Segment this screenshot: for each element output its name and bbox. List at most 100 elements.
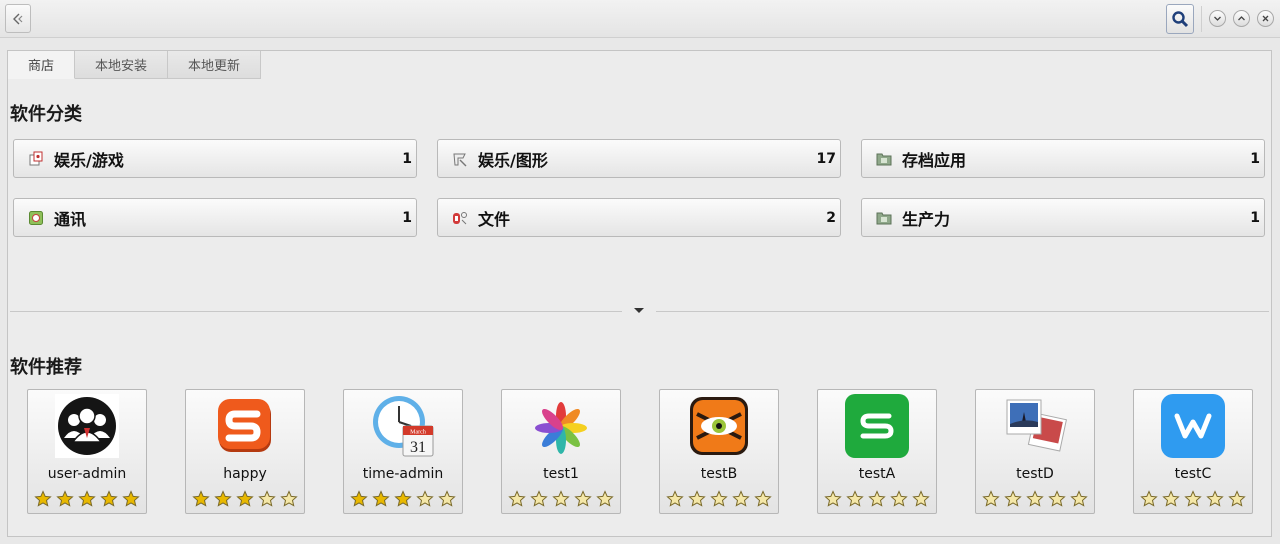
chevron-down-icon [1214, 16, 1221, 21]
app-card-testC[interactable]: testC [1133, 389, 1253, 514]
app-card-time-admin[interactable]: March 31 time-admin [343, 389, 463, 514]
category-count: 1 [1250, 150, 1260, 167]
search-icon [1172, 11, 1189, 28]
star-filled-icon [122, 490, 140, 507]
file-icon [452, 210, 468, 226]
tab-store[interactable]: 商店 [8, 51, 76, 79]
blue-w-icon [1161, 394, 1225, 458]
clock-calendar-icon: March 31 [373, 396, 434, 457]
star-filled-icon [372, 490, 390, 507]
expand-categories-arrow-icon[interactable] [634, 308, 644, 313]
tab-label: 本地更新 [188, 59, 241, 74]
star-filled-icon [78, 490, 96, 507]
app-card-testB[interactable]: testB [659, 389, 779, 514]
star-empty-icon [574, 490, 592, 507]
minimize-button[interactable] [1209, 10, 1226, 27]
star-empty-icon [846, 490, 864, 507]
category-count: 17 [816, 150, 836, 167]
star-filled-icon [100, 490, 118, 507]
app-name: testC [1174, 466, 1212, 482]
star-empty-icon [1140, 490, 1158, 507]
category-productivity[interactable]: 生产力 1 [861, 198, 1265, 237]
star-empty-icon [1004, 490, 1022, 507]
back-button[interactable] [5, 4, 31, 33]
star-empty-icon [530, 490, 548, 507]
app-card-testD[interactable]: testD [975, 389, 1095, 514]
category-archive[interactable]: 存档应用 1 [861, 139, 1265, 178]
star-empty-icon [1070, 490, 1088, 507]
star-empty-icon [1162, 490, 1180, 507]
app-card-happy[interactable]: happy [185, 389, 305, 514]
app-card-user-admin[interactable]: user-admin [27, 389, 147, 514]
categories-title: 软件分类 [10, 104, 82, 125]
close-button[interactable] [1257, 10, 1274, 27]
sogou-s-icon [218, 399, 271, 452]
rating-stars [1140, 490, 1246, 508]
category-count: 1 [1250, 209, 1260, 226]
star-empty-icon [596, 490, 614, 507]
category-label: 通讯 [54, 209, 87, 229]
star-filled-icon [192, 490, 210, 507]
star-empty-icon [1206, 490, 1224, 507]
divider-left [10, 311, 622, 312]
category-label: 生产力 [902, 209, 951, 229]
star-filled-icon [56, 490, 74, 507]
recommend-title: 软件推荐 [10, 357, 82, 378]
tiger-eye-icon [690, 397, 748, 455]
rating-stars [982, 490, 1088, 508]
tab-local-update[interactable]: 本地更新 [168, 51, 262, 79]
star-filled-icon [214, 490, 232, 507]
star-empty-icon [1184, 490, 1202, 507]
communication-icon [28, 210, 44, 226]
category-games[interactable]: 娱乐/游戏 1 [13, 139, 417, 178]
star-empty-icon [912, 490, 930, 507]
star-filled-icon [394, 490, 412, 507]
maximize-button[interactable] [1233, 10, 1250, 27]
star-empty-icon [416, 490, 434, 507]
close-icon [1262, 15, 1269, 22]
graphics-icon [452, 151, 468, 167]
rating-stars [34, 490, 140, 508]
green-s-icon [845, 394, 909, 458]
star-filled-icon [34, 490, 52, 507]
app-name: time-admin [362, 466, 444, 482]
store-panel: 商店 本地安装 本地更新 软件分类 娱乐/游戏 1 娱乐/图形 17 存档应用 … [7, 50, 1272, 537]
toolbar-separator [1201, 6, 1202, 32]
chevron-up-icon [1238, 16, 1245, 21]
tab-bar: 商店 本地安装 本地更新 [8, 51, 262, 79]
svg-text:March: March [410, 430, 426, 436]
star-empty-icon [1026, 490, 1044, 507]
category-count: 1 [402, 150, 412, 167]
tab-label: 商店 [28, 59, 55, 74]
star-empty-icon [508, 490, 526, 507]
rating-stars [350, 490, 456, 508]
app-card-test1[interactable]: test1 [501, 389, 621, 514]
category-communication[interactable]: 通讯 1 [13, 198, 417, 237]
app-name: test1 [543, 466, 579, 482]
flower-pinwheel-icon [535, 402, 587, 454]
app-name: user-admin [47, 466, 127, 482]
category-graphics[interactable]: 娱乐/图形 17 [437, 139, 841, 178]
star-empty-icon [258, 490, 276, 507]
star-empty-icon [280, 490, 298, 507]
app-name: happy [223, 466, 267, 482]
app-name: testB [700, 466, 738, 482]
search-button[interactable] [1166, 4, 1194, 34]
productivity-folder-icon [876, 210, 892, 226]
star-empty-icon [666, 490, 684, 507]
star-empty-icon [982, 490, 1000, 507]
app-name: testD [1016, 466, 1054, 482]
archive-folder-icon [876, 151, 892, 167]
star-empty-icon [710, 490, 728, 507]
rating-stars [666, 490, 772, 508]
photos-icon [1006, 399, 1067, 452]
game-icon [28, 151, 44, 167]
tab-local-install[interactable]: 本地安装 [75, 51, 169, 79]
star-empty-icon [890, 490, 908, 507]
svg-text:31: 31 [410, 439, 426, 456]
divider-right [656, 311, 1269, 312]
tab-label: 本地安装 [95, 59, 148, 74]
app-card-testA[interactable]: testA [817, 389, 937, 514]
category-files[interactable]: 文件 2 [437, 198, 841, 237]
star-empty-icon [1228, 490, 1246, 507]
